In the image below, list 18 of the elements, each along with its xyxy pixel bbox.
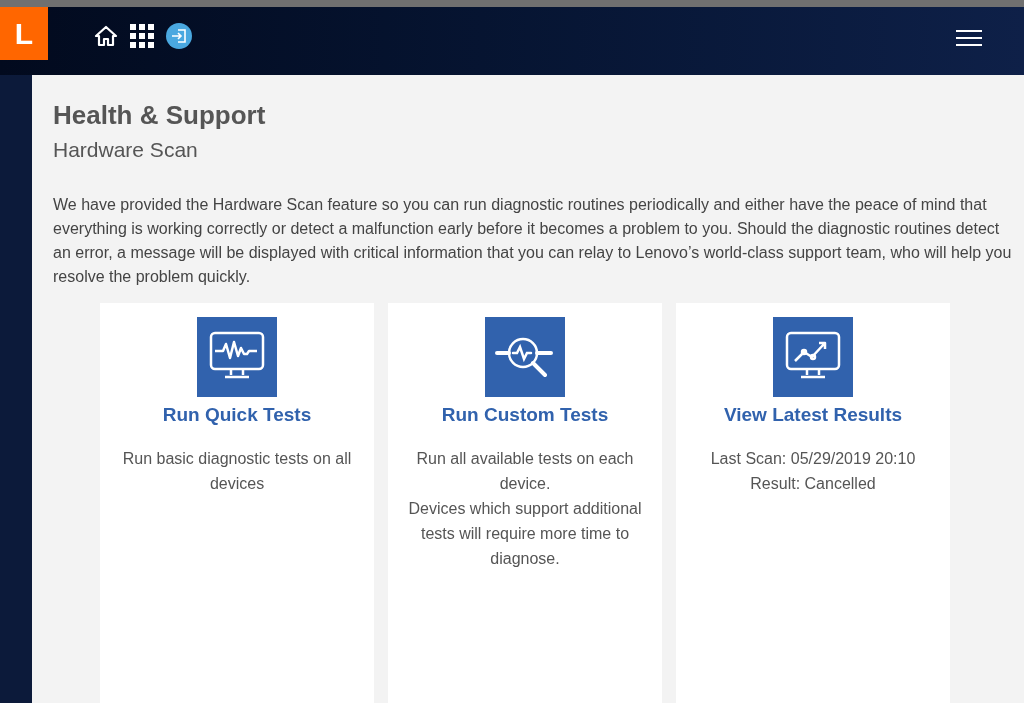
card-title-link[interactable]: View Latest Results [723, 401, 903, 430]
card-title-link[interactable]: Run Quick Tests [162, 401, 312, 430]
menu-icon[interactable] [955, 28, 983, 47]
intro-paragraph: We have provided the Hardware Scan feature so you can run diagnostic routines periodically and either have the peace of mind that everything is working correctly or detect a malfunction early before it becomes a problem to you. Should the diagnostic routines detect an error, a message will be displayed with critical information that you can relay to Lenovo’s world-class support team, who will help you resolve the problem quickly. [53, 195, 1013, 287]
card-description: Run all available tests on each device. [415, 448, 635, 494]
monitor-chart-icon [773, 317, 853, 397]
page-title: Health & Support [53, 99, 267, 132]
apps-grid-icon[interactable] [130, 23, 154, 48]
card-description: Devices which support additional tests will require more time to diagnose. [407, 498, 643, 569]
monitor-pulse-icon [197, 317, 277, 397]
card-description: Result: Cancelled [750, 473, 876, 494]
magnifier-pulse-icon [485, 317, 565, 397]
card-description: Run basic diagnostic tests on all devices [121, 448, 353, 494]
home-icon[interactable] [94, 24, 118, 47]
sign-in-icon[interactable] [166, 22, 192, 49]
card-description: Last Scan: 05/29/2019 20:10 [710, 448, 916, 469]
card-title-link[interactable]: Run Custom Tests [441, 401, 609, 430]
page-subtitle: Hardware Scan [53, 136, 199, 163]
